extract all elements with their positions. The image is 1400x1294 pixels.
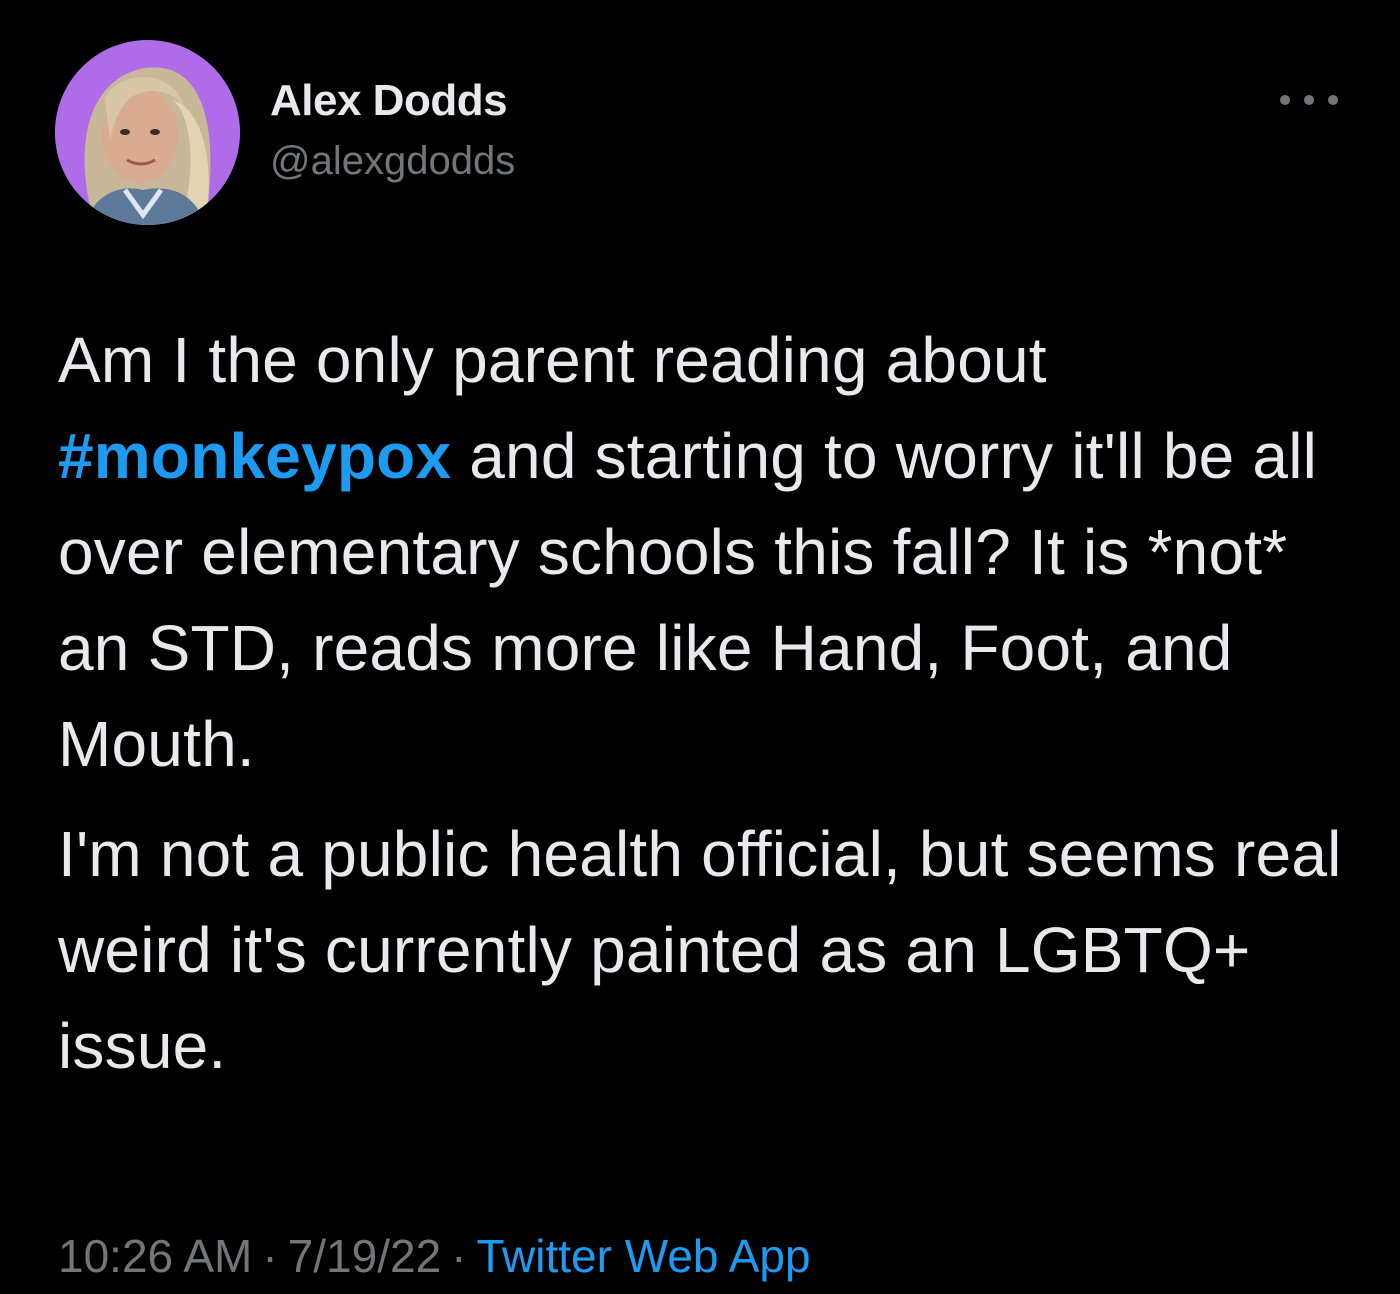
more-horizontal-icon-dot xyxy=(1328,95,1338,105)
avatar-image xyxy=(55,40,240,225)
tweet-meta: 10:26 AM · 7/19/22 · Twitter Web App xyxy=(58,1226,811,1286)
more-horizontal-icon-dot xyxy=(1304,95,1314,105)
source-link[interactable]: Twitter Web App xyxy=(477,1230,811,1282)
avatar[interactable] xyxy=(55,40,240,225)
user-handle[interactable]: @alexgdodds xyxy=(270,136,515,186)
more-horizontal-icon xyxy=(1280,95,1290,105)
tweet-paragraph: Am I the only parent reading about #monk… xyxy=(58,312,1368,792)
tweet-time[interactable]: 10:26 AM xyxy=(58,1230,252,1282)
tweet-text: Am I the only parent reading about #monk… xyxy=(58,312,1368,1094)
tweet-card: Alex Dodds @alexgdodds Am I the only par… xyxy=(0,0,1400,1294)
tweet-paragraph: I'm not a public health official, but se… xyxy=(58,818,1342,1082)
author-block: Alex Dodds @alexgdodds xyxy=(270,74,515,186)
separator: · xyxy=(451,1230,467,1282)
tweet-date[interactable]: 7/19/22 xyxy=(288,1230,441,1282)
more-button[interactable] xyxy=(1280,82,1338,118)
tweet-text-line: Am I the only parent reading about xyxy=(58,324,1047,396)
display-name[interactable]: Alex Dodds xyxy=(270,74,515,128)
separator: · xyxy=(262,1230,278,1282)
hashtag-link[interactable]: #monkeypox xyxy=(58,420,451,492)
